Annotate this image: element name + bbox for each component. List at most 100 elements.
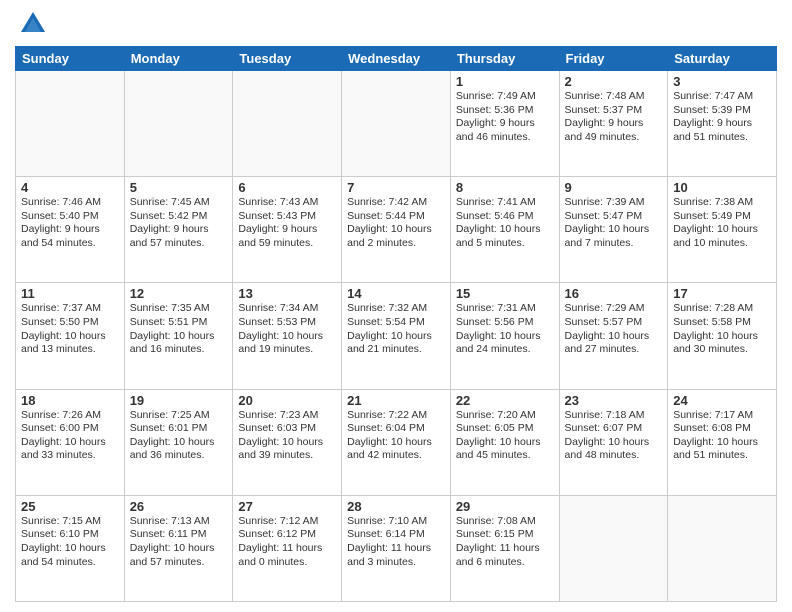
day-info-line: Sunrise: 7:41 AM <box>456 196 554 210</box>
day-info-line: and 7 minutes. <box>565 237 663 251</box>
day-info-line: Sunrise: 7:43 AM <box>238 196 336 210</box>
day-number: 22 <box>456 393 554 408</box>
day-number: 16 <box>565 286 663 301</box>
day-info-line: Daylight: 10 hours <box>565 330 663 344</box>
calendar-cell: 3Sunrise: 7:47 AMSunset: 5:39 PMDaylight… <box>668 71 777 177</box>
day-info-line: Sunrise: 7:34 AM <box>238 302 336 316</box>
calendar-cell: 17Sunrise: 7:28 AMSunset: 5:58 PMDayligh… <box>668 283 777 389</box>
day-number: 10 <box>673 180 771 195</box>
calendar-cell: 11Sunrise: 7:37 AMSunset: 5:50 PMDayligh… <box>16 283 125 389</box>
day-info-line: Sunrise: 7:12 AM <box>238 515 336 529</box>
calendar-cell: 14Sunrise: 7:32 AMSunset: 5:54 PMDayligh… <box>342 283 451 389</box>
logo-icon <box>19 10 47 38</box>
day-number: 18 <box>21 393 119 408</box>
day-info-line: Sunset: 5:43 PM <box>238 210 336 224</box>
weekday-header-thursday: Thursday <box>450 47 559 71</box>
day-info-line: Daylight: 9 hours <box>130 223 228 237</box>
day-info-line: Daylight: 10 hours <box>565 436 663 450</box>
calendar-cell <box>16 71 125 177</box>
day-number: 9 <box>565 180 663 195</box>
day-info-line: Sunrise: 7:39 AM <box>565 196 663 210</box>
day-info-line: Daylight: 10 hours <box>673 436 771 450</box>
day-info-line: Daylight: 10 hours <box>347 436 445 450</box>
day-info-line: and 30 minutes. <box>673 343 771 357</box>
day-info-line: and 33 minutes. <box>21 449 119 463</box>
day-info-line: Daylight: 10 hours <box>456 330 554 344</box>
day-info-line: and 6 minutes. <box>456 556 554 570</box>
day-number: 2 <box>565 74 663 89</box>
calendar-cell: 8Sunrise: 7:41 AMSunset: 5:46 PMDaylight… <box>450 177 559 283</box>
day-number: 8 <box>456 180 554 195</box>
day-info-line: Daylight: 10 hours <box>347 330 445 344</box>
day-info-line: Sunset: 6:14 PM <box>347 528 445 542</box>
day-number: 27 <box>238 499 336 514</box>
day-number: 28 <box>347 499 445 514</box>
day-number: 3 <box>673 74 771 89</box>
day-info-line: and 49 minutes. <box>565 131 663 145</box>
day-info-line: and 51 minutes. <box>673 131 771 145</box>
day-number: 6 <box>238 180 336 195</box>
calendar-week-1: 4Sunrise: 7:46 AMSunset: 5:40 PMDaylight… <box>16 177 777 283</box>
day-info-line: Sunset: 5:54 PM <box>347 316 445 330</box>
day-info-line: Daylight: 11 hours <box>456 542 554 556</box>
calendar-cell <box>559 495 668 601</box>
day-info-line: Sunset: 6:11 PM <box>130 528 228 542</box>
day-number: 21 <box>347 393 445 408</box>
weekday-header-saturday: Saturday <box>668 47 777 71</box>
day-info-line: Sunrise: 7:17 AM <box>673 409 771 423</box>
day-info-line: Daylight: 10 hours <box>673 330 771 344</box>
calendar-table: SundayMondayTuesdayWednesdayThursdayFrid… <box>15 46 777 602</box>
day-info-line: Sunrise: 7:25 AM <box>130 409 228 423</box>
calendar-cell: 24Sunrise: 7:17 AMSunset: 6:08 PMDayligh… <box>668 389 777 495</box>
day-info-line: Daylight: 9 hours <box>238 223 336 237</box>
day-info-line: Sunset: 6:12 PM <box>238 528 336 542</box>
day-info-line: Sunrise: 7:26 AM <box>21 409 119 423</box>
calendar-cell: 1Sunrise: 7:49 AMSunset: 5:36 PMDaylight… <box>450 71 559 177</box>
calendar-cell: 2Sunrise: 7:48 AMSunset: 5:37 PMDaylight… <box>559 71 668 177</box>
calendar-cell: 16Sunrise: 7:29 AMSunset: 5:57 PMDayligh… <box>559 283 668 389</box>
calendar-week-3: 18Sunrise: 7:26 AMSunset: 6:00 PMDayligh… <box>16 389 777 495</box>
day-info-line: Sunset: 6:01 PM <box>130 422 228 436</box>
day-info-line: Sunset: 6:10 PM <box>21 528 119 542</box>
day-number: 25 <box>21 499 119 514</box>
calendar-cell: 7Sunrise: 7:42 AMSunset: 5:44 PMDaylight… <box>342 177 451 283</box>
day-number: 13 <box>238 286 336 301</box>
calendar-cell: 5Sunrise: 7:45 AMSunset: 5:42 PMDaylight… <box>124 177 233 283</box>
day-info-line: and 48 minutes. <box>565 449 663 463</box>
day-info-line: Sunset: 5:58 PM <box>673 316 771 330</box>
day-info-line: and 59 minutes. <box>238 237 336 251</box>
calendar-cell: 22Sunrise: 7:20 AMSunset: 6:05 PMDayligh… <box>450 389 559 495</box>
day-info-line: Daylight: 10 hours <box>238 330 336 344</box>
day-info-line: Sunset: 5:50 PM <box>21 316 119 330</box>
day-info-line: Daylight: 10 hours <box>21 330 119 344</box>
day-info-line: Sunrise: 7:10 AM <box>347 515 445 529</box>
day-info-line: Daylight: 10 hours <box>21 436 119 450</box>
day-info-line: Sunrise: 7:31 AM <box>456 302 554 316</box>
day-info-line: Sunset: 6:00 PM <box>21 422 119 436</box>
day-info-line: Daylight: 10 hours <box>21 542 119 556</box>
calendar-cell: 12Sunrise: 7:35 AMSunset: 5:51 PMDayligh… <box>124 283 233 389</box>
day-info-line: Sunset: 5:36 PM <box>456 104 554 118</box>
day-info-line: Sunrise: 7:49 AM <box>456 90 554 104</box>
day-number: 26 <box>130 499 228 514</box>
calendar-cell: 4Sunrise: 7:46 AMSunset: 5:40 PMDaylight… <box>16 177 125 283</box>
calendar-week-4: 25Sunrise: 7:15 AMSunset: 6:10 PMDayligh… <box>16 495 777 601</box>
day-info-line: and 3 minutes. <box>347 556 445 570</box>
day-number: 5 <box>130 180 228 195</box>
calendar-cell <box>124 71 233 177</box>
calendar-cell: 27Sunrise: 7:12 AMSunset: 6:12 PMDayligh… <box>233 495 342 601</box>
calendar-header-row: SundayMondayTuesdayWednesdayThursdayFrid… <box>16 47 777 71</box>
day-info-line: Daylight: 11 hours <box>238 542 336 556</box>
day-info-line: Sunrise: 7:45 AM <box>130 196 228 210</box>
day-info-line: Daylight: 11 hours <box>347 542 445 556</box>
calendar-cell: 6Sunrise: 7:43 AMSunset: 5:43 PMDaylight… <box>233 177 342 283</box>
day-info-line: and 13 minutes. <box>21 343 119 357</box>
day-info-line: Sunrise: 7:37 AM <box>21 302 119 316</box>
day-number: 17 <box>673 286 771 301</box>
header <box>15 10 777 38</box>
day-info-line: Sunrise: 7:35 AM <box>130 302 228 316</box>
day-info-line: and 24 minutes. <box>456 343 554 357</box>
day-info-line: Daylight: 10 hours <box>130 542 228 556</box>
day-info-line: Sunset: 6:07 PM <box>565 422 663 436</box>
day-number: 1 <box>456 74 554 89</box>
